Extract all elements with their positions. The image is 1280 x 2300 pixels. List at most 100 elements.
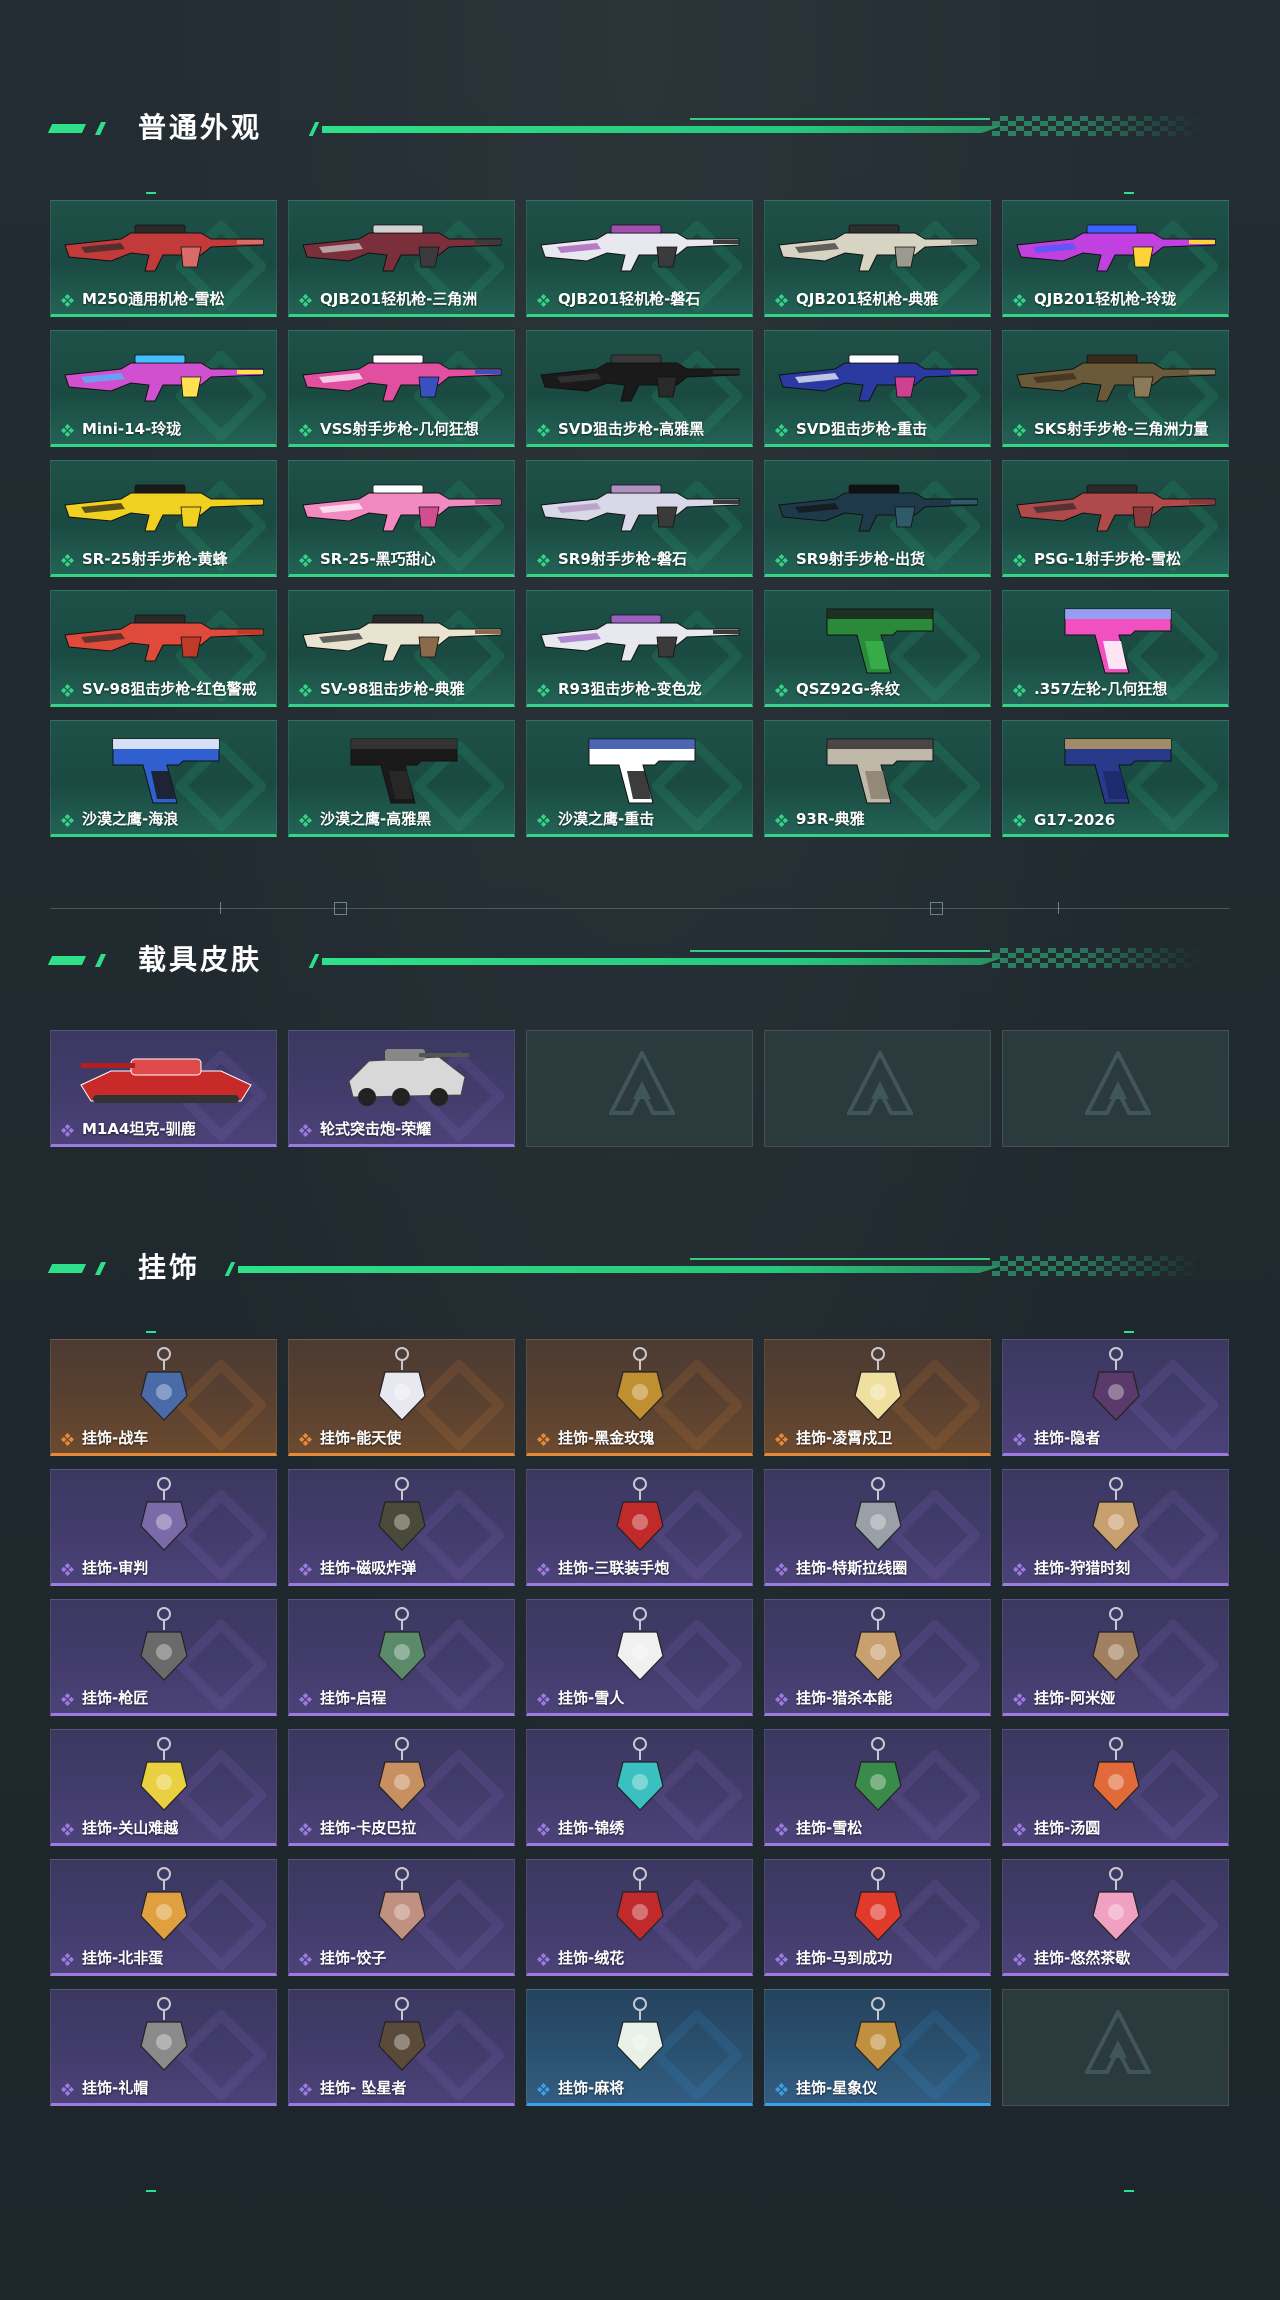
rifle-skin-image <box>51 335 276 419</box>
header-line <box>322 126 1002 133</box>
diamond-cluster-icon <box>1013 682 1026 697</box>
item-card[interactable]: 挂饰-能天使 <box>288 1339 515 1456</box>
item-name-label: M1A4坦克-驯鹿 <box>82 1120 196 1138</box>
item-card[interactable]: G17-2026 <box>1002 720 1229 837</box>
item-card[interactable]: 挂饰-关山难越 <box>50 1729 277 1846</box>
item-card[interactable]: 挂饰-饺子 <box>288 1859 515 1976</box>
item-card[interactable]: SR9射手步枪-磐石 <box>526 460 753 577</box>
item-card[interactable]: 93R-典雅 <box>764 720 991 837</box>
diamond-cluster-icon <box>775 2081 788 2096</box>
item-card[interactable]: 挂饰-磁吸炸弹 <box>288 1469 515 1586</box>
item-card[interactable]: 沙漠之鹰-高雅黑 <box>288 720 515 837</box>
charm-image <box>765 1604 990 1688</box>
diamond-cluster-icon <box>299 422 312 437</box>
diamond-cluster-icon <box>299 1561 312 1576</box>
item-card[interactable]: 挂饰-礼帽 <box>50 1989 277 2106</box>
item-card[interactable]: 沙漠之鹰-海浪 <box>50 720 277 837</box>
charm-image <box>51 1734 276 1818</box>
item-card[interactable]: 挂饰-猎杀本能 <box>764 1599 991 1716</box>
item-card[interactable]: 挂饰-北非蛋 <box>50 1859 277 1976</box>
item-card[interactable]: 挂饰-绒花 <box>526 1859 753 1976</box>
item-name-label: PSG-1射手步枪-雪松 <box>1034 550 1181 568</box>
charm-image <box>1003 1604 1228 1688</box>
item-card[interactable]: 挂饰-马到成功 <box>764 1859 991 1976</box>
item-card[interactable]: SR-25射手步枪-黄蜂 <box>50 460 277 577</box>
diamond-cluster-icon <box>61 1691 74 1706</box>
item-card[interactable]: M1A4坦克-驯鹿 <box>50 1030 277 1147</box>
item-card[interactable]: SR9射手步枪-出货 <box>764 460 991 577</box>
item-card[interactable]: QJB201轻机枪-磐石 <box>526 200 753 317</box>
item-card[interactable]: 挂饰-锦绣 <box>526 1729 753 1846</box>
item-card[interactable]: PSG-1射手步枪-雪松 <box>1002 460 1229 577</box>
item-name-label: SR9射手步枪-磐石 <box>558 550 688 568</box>
header-line <box>238 1266 1002 1273</box>
item-card[interactable]: 挂饰-枪匠 <box>50 1599 277 1716</box>
item-card[interactable]: 挂饰- 坠星者 <box>288 1989 515 2106</box>
item-card[interactable]: .357左轮-几何狂想 <box>1002 590 1229 707</box>
item-card[interactable]: M250通用机枪-雪松 <box>50 200 277 317</box>
item-card[interactable]: 挂饰-三联装手炮 <box>526 1469 753 1586</box>
item-card[interactable]: QJB201轻机枪-典雅 <box>764 200 991 317</box>
item-card[interactable]: SVD狙击步枪-高雅黑 <box>526 330 753 447</box>
item-name-label: 挂饰-战车 <box>82 1429 149 1447</box>
item-card[interactable]: SKS射手步枪-三角洲力量 <box>1002 330 1229 447</box>
item-card[interactable]: VSS射手步枪-几何狂想 <box>288 330 515 447</box>
item-card[interactable]: 挂饰-汤圆 <box>1002 1729 1229 1846</box>
item-card[interactable]: 沙漠之鹰-重击 <box>526 720 753 837</box>
item-card[interactable]: SV-98狙击步枪-典雅 <box>288 590 515 707</box>
item-card[interactable]: QSZ92G-条纹 <box>764 590 991 707</box>
section-header-vehicles: 载具皮肤 <box>0 930 1280 990</box>
header-checker-pattern <box>992 948 1202 968</box>
charm-image <box>765 1344 990 1428</box>
header-line-tick <box>308 122 320 136</box>
item-card[interactable]: 挂饰-启程 <box>288 1599 515 1716</box>
item-card[interactable]: 挂饰-凌霄戍卫 <box>764 1339 991 1456</box>
charm-image <box>51 1994 276 2078</box>
empty-slot-card <box>526 1030 753 1147</box>
item-card[interactable]: 挂饰-隐者 <box>1002 1339 1229 1456</box>
corner-tick <box>146 192 156 194</box>
item-card[interactable]: 挂饰-雪松 <box>764 1729 991 1846</box>
section-title-vehicles: 载具皮肤 <box>138 943 263 976</box>
item-card[interactable]: 挂饰-卡皮巴拉 <box>288 1729 515 1846</box>
diamond-cluster-icon <box>537 292 550 307</box>
item-card[interactable]: 挂饰-审判 <box>50 1469 277 1586</box>
item-card[interactable]: QJB201轻机枪-三角洲 <box>288 200 515 317</box>
triangle-logo-icon <box>1083 2007 1153 2082</box>
item-card[interactable]: 挂饰-麻将 <box>526 1989 753 2106</box>
diamond-cluster-icon <box>61 682 74 697</box>
item-card[interactable]: QJB201轻机枪-玲珑 <box>1002 200 1229 317</box>
item-card[interactable]: 挂饰-雪人 <box>526 1599 753 1716</box>
item-card[interactable]: 挂饰-黑金玫瑰 <box>526 1339 753 1456</box>
item-name-label: SR-25射手步枪-黄蜂 <box>82 550 228 568</box>
charm-image <box>289 1994 514 2078</box>
diamond-cluster-icon <box>775 292 788 307</box>
rifle-skin-image <box>289 335 514 419</box>
item-card[interactable]: 挂饰-狩猎时刻 <box>1002 1469 1229 1586</box>
charm-image <box>765 1474 990 1558</box>
item-name-label: 挂饰-北非蛋 <box>82 1949 164 1967</box>
charm-image <box>527 1344 752 1428</box>
item-card[interactable]: SV-98狙击步枪-红色警戒 <box>50 590 277 707</box>
diamond-cluster-icon <box>775 1431 788 1446</box>
rifle-skin-image <box>289 595 514 679</box>
item-name-label: SR-25-黑巧甜心 <box>320 550 436 568</box>
item-name-label: 挂饰-绒花 <box>558 1949 625 1967</box>
item-card[interactable]: R93狙击步枪-变色龙 <box>526 590 753 707</box>
item-name-label: 沙漠之鹰-重击 <box>558 810 655 828</box>
item-card[interactable]: SVD狙击步枪-重击 <box>764 330 991 447</box>
diamond-cluster-icon <box>1013 1821 1026 1836</box>
item-card[interactable]: Mini-14-玲珑 <box>50 330 277 447</box>
diamond-cluster-icon <box>537 1821 550 1836</box>
item-card[interactable]: 挂饰-战车 <box>50 1339 277 1456</box>
corner-tick <box>1124 2190 1134 2192</box>
item-card[interactable]: 挂饰-特斯拉线圈 <box>764 1469 991 1586</box>
item-name-label: 挂饰-雪人 <box>558 1689 625 1707</box>
item-name-label: .357左轮-几何狂想 <box>1034 680 1168 698</box>
item-card[interactable]: 挂饰-星象仪 <box>764 1989 991 2106</box>
item-card[interactable]: SR-25-黑巧甜心 <box>288 460 515 577</box>
item-card[interactable]: 挂饰-悠然茶歇 <box>1002 1859 1229 1976</box>
item-card[interactable]: 挂饰-阿米娅 <box>1002 1599 1229 1716</box>
item-card[interactable]: 轮式突击炮-荣耀 <box>288 1030 515 1147</box>
triangle-logo-icon <box>1083 1048 1153 1123</box>
